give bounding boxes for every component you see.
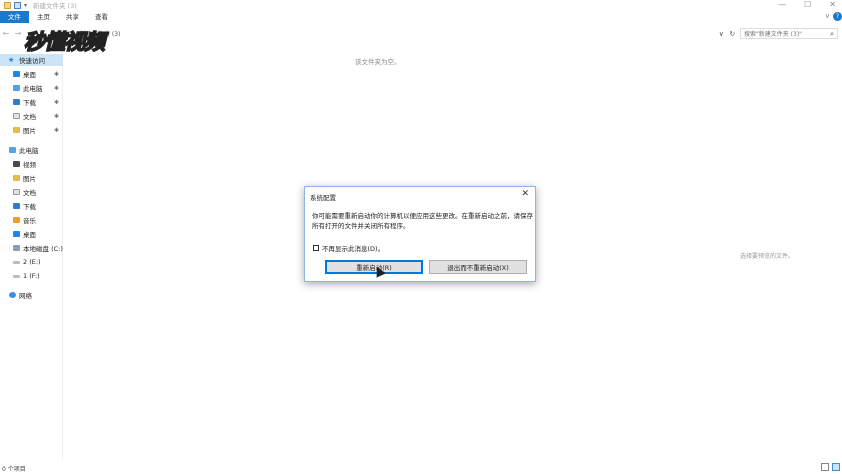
- large-icons-view-icon[interactable]: [832, 463, 840, 471]
- window-controls: — ☐ ✕: [778, 0, 836, 9]
- pin-icon: ✱: [53, 98, 59, 106]
- close-window-button[interactable]: ✕: [829, 0, 836, 9]
- sidebar-item-label: 文档: [23, 113, 36, 121]
- title-bar: ▾ 新建文件夹 (3) — ☐ ✕: [0, 0, 842, 10]
- sidebar-item-drive-f[interactable]: 1 (F:): [0, 270, 63, 282]
- download-icon: [13, 99, 20, 105]
- computer-icon: [9, 147, 16, 153]
- search-icon[interactable]: ⌕: [830, 30, 834, 39]
- ribbon: 文件 主页 共享 查看 ∨ ?: [0, 10, 842, 24]
- sidebar-item-this-pc-pinned[interactable]: 此电脑 ✱: [0, 82, 63, 94]
- maximize-button[interactable]: ☐: [804, 0, 811, 9]
- sidebar-item-label: 网络: [19, 292, 32, 300]
- sidebar-item-documents[interactable]: 文档: [0, 186, 63, 198]
- sidebar-item-label: 快速访问: [19, 57, 45, 65]
- sidebar-item-music[interactable]: 音乐: [0, 214, 63, 226]
- window-title: 新建文件夹 (3): [33, 2, 77, 10]
- sidebar-item-label: 本地磁盘 (C:): [23, 245, 63, 253]
- sidebar-item-videos[interactable]: 视频: [0, 158, 63, 170]
- network-icon: [9, 292, 16, 298]
- expand-ribbon-icon[interactable]: ∨: [825, 12, 830, 20]
- close-icon[interactable]: ✕: [521, 189, 529, 199]
- sidebar-item-pictures[interactable]: 图片: [0, 172, 63, 184]
- pin-icon: ✱: [53, 126, 59, 134]
- address-controls: ∨ ↻: [716, 28, 738, 39]
- toolbar-dropdown-icon[interactable]: ▾: [24, 2, 27, 9]
- sidebar-item-label: 文档: [23, 189, 36, 197]
- checkbox-label: 不再显示此消息(D)。: [322, 245, 385, 253]
- pin-icon: ✱: [53, 84, 59, 92]
- view-toggle: [821, 463, 840, 471]
- checkbox-box[interactable]: [313, 245, 319, 251]
- details-view-icon[interactable]: [821, 463, 829, 471]
- search-placeholder: 搜索"新建文件夹 (3)": [744, 31, 802, 38]
- sidebar-item-this-pc[interactable]: 此电脑: [0, 144, 63, 156]
- music-icon: [13, 217, 20, 223]
- sidebar-item-desktop-pinned[interactable]: 桌面 ✱: [0, 68, 63, 80]
- sidebar-item-desktop[interactable]: 桌面: [0, 228, 63, 240]
- sidebar-item-drive-e[interactable]: 2 (E:): [0, 256, 63, 268]
- document-icon: [13, 189, 20, 195]
- status-bar: 0 个项目: [0, 462, 842, 474]
- dialog-message: 你可能需要重新启动你的计算机以便应用这些更改。在重新启动之前，请保存所有打开的文…: [312, 212, 533, 230]
- minimize-button[interactable]: —: [778, 0, 786, 9]
- preview-pane-message: 选择要预览的文件。: [740, 253, 795, 260]
- sidebar-item-label: 下载: [23, 99, 36, 107]
- search-input[interactable]: 搜索"新建文件夹 (3)" ⌕: [740, 28, 838, 39]
- sidebar-item-downloads[interactable]: 下载: [0, 200, 63, 212]
- sidebar-item-label: 桌面: [23, 71, 36, 79]
- dialog-title: 系统配置: [310, 194, 336, 202]
- forward-arrow-icon[interactable]: →: [12, 29, 24, 38]
- back-arrow-icon[interactable]: ←: [0, 29, 12, 38]
- sidebar-item-downloads-pinned[interactable]: 下载 ✱: [0, 96, 63, 108]
- item-count: 0 个项目: [2, 465, 26, 473]
- refresh-icon[interactable]: ↻: [729, 30, 735, 38]
- sidebar-item-label: 桌面: [23, 231, 36, 239]
- pictures-icon: [13, 127, 20, 133]
- tab-view[interactable]: 查看: [87, 11, 116, 23]
- address-dropdown-icon[interactable]: ∨: [719, 30, 724, 38]
- hard-drive-icon: [13, 245, 20, 251]
- tab-home[interactable]: 主页: [29, 11, 58, 23]
- pin-icon: ✱: [53, 112, 59, 120]
- sidebar-item-label: 图片: [23, 175, 36, 183]
- drive-icon: [13, 260, 20, 264]
- properties-icon[interactable]: [14, 1, 21, 9]
- empty-folder-message: 该文件夹为空。: [355, 58, 401, 66]
- sidebar-item-local-disk-c[interactable]: 本地磁盘 (C:): [0, 242, 63, 254]
- exit-without-restart-button[interactable]: 退出而不重新启动(X): [429, 260, 527, 274]
- pictures-icon: [13, 175, 20, 181]
- download-icon: [13, 203, 20, 209]
- sidebar-item-label: 1 (F:): [23, 272, 40, 280]
- sidebar-item-label: 视频: [23, 161, 36, 169]
- sidebar-item-network[interactable]: 网络: [0, 289, 63, 301]
- sidebar-item-label: 图片: [23, 127, 36, 135]
- pin-icon: ✱: [53, 70, 59, 78]
- tab-file[interactable]: 文件: [0, 11, 29, 23]
- dont-show-again-checkbox[interactable]: 不再显示此消息(D)。: [313, 243, 384, 253]
- desktop-icon: [13, 231, 20, 237]
- sidebar-item-label: 此电脑: [23, 85, 43, 93]
- sidebar-item-label: 下载: [23, 203, 36, 211]
- computer-icon: [13, 85, 20, 91]
- sidebar-item-label: 此电脑: [19, 147, 39, 155]
- folder-icon: [4, 1, 11, 9]
- sidebar-item-label: 音乐: [23, 217, 36, 225]
- drive-icon: [13, 274, 20, 278]
- watermark-logo: 秒懂视频: [23, 29, 106, 55]
- navigation-pane: ★ 快速访问 桌面 ✱ 此电脑 ✱ 下载 ✱ 文档 ✱ 图片 ✱ 此电脑 视频 …: [0, 52, 63, 460]
- desktop-icon: [13, 71, 20, 77]
- video-icon: [13, 161, 20, 167]
- quick-access-toolbar: ▾: [0, 1, 27, 9]
- star-icon: ★: [8, 55, 15, 64]
- address-bar-row: ← → 新建文件夹 (3) ∨ ↻ 搜索"新建文件夹 (3)" ⌕: [0, 27, 842, 40]
- document-icon: [13, 113, 20, 119]
- tab-share[interactable]: 共享: [58, 11, 87, 23]
- help-icon[interactable]: ?: [833, 12, 842, 21]
- address-field[interactable]: 新建文件夹 (3): [60, 28, 734, 39]
- sidebar-item-label: 2 (E:): [23, 258, 41, 266]
- sidebar-item-pictures-pinned[interactable]: 图片 ✱: [0, 124, 63, 136]
- system-config-dialog: 系统配置 ✕ 你可能需要重新启动你的计算机以便应用这些更改。在重新启动之前，请保…: [304, 186, 536, 282]
- sidebar-item-documents-pinned[interactable]: 文档 ✱: [0, 110, 63, 122]
